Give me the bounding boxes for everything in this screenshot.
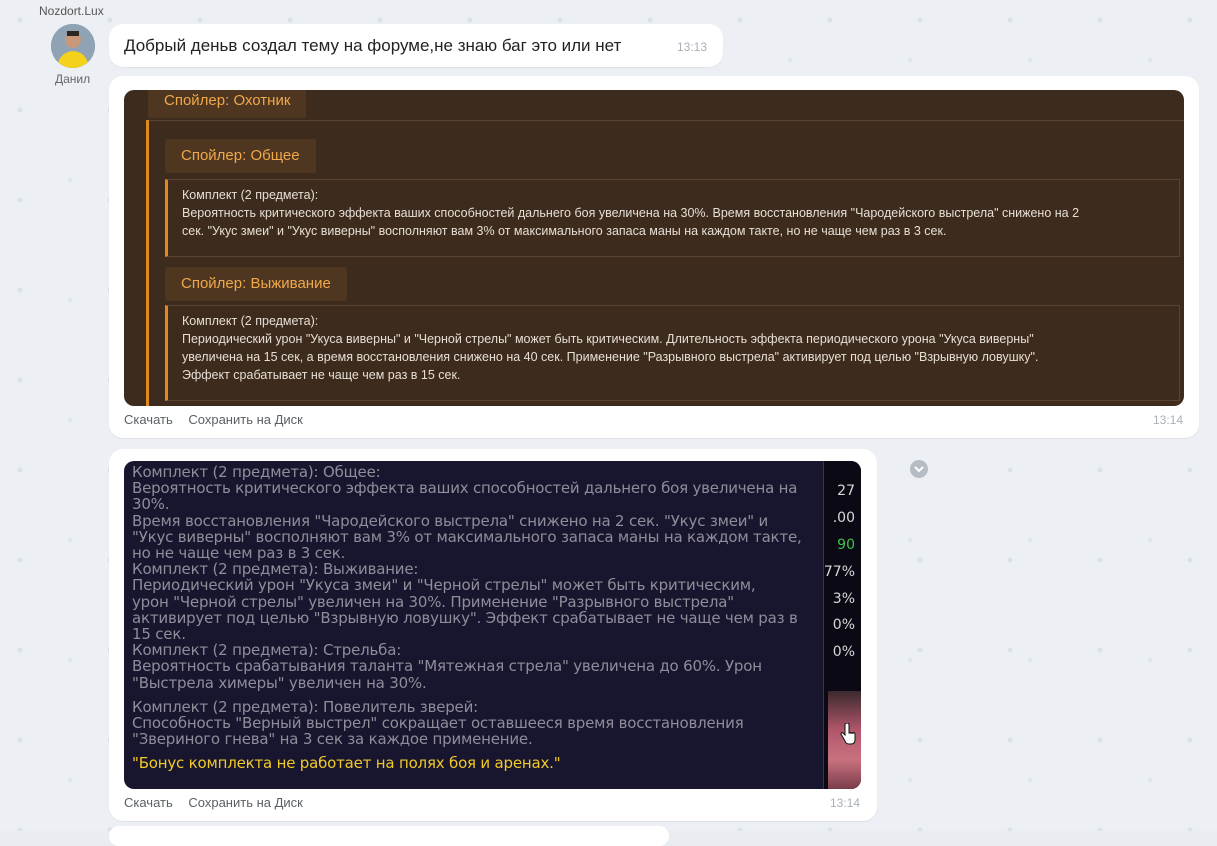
spoiler-title-hunter: Спойлер: Охотник bbox=[148, 90, 306, 118]
tooltip-line: активирует под целью "Взрывную ловушку".… bbox=[132, 610, 822, 626]
spoiler-content-survival: Комплект (2 предмета): Периодический уро… bbox=[165, 305, 1180, 401]
tooltip-line: Комплект (2 предмета): Выживание: bbox=[132, 561, 822, 577]
tooltip-line: Способность "Верный выстрел" сокращает о… bbox=[132, 715, 822, 731]
tooltip-line: Вероятность критического эффекта ваших с… bbox=[132, 480, 822, 496]
spoiler-line: Периодический урон "Укуса виверны" и "Че… bbox=[182, 330, 1165, 348]
message-text: Добрый деньв создал тему на форуме,не зн… bbox=[124, 36, 621, 56]
tooltip-line: Комплект (2 предмета): Общее: bbox=[132, 464, 822, 480]
stat-value: 0% bbox=[833, 617, 855, 633]
save-to-disk-link[interactable]: Сохранить на Диск bbox=[188, 412, 303, 427]
tooltip-line: Комплект (2 предмета): Стрельба: bbox=[132, 642, 822, 658]
message-time: 13:14 bbox=[1153, 413, 1183, 427]
avatar-name[interactable]: Данил bbox=[55, 72, 90, 86]
chevron-down-icon bbox=[910, 460, 928, 478]
tooltip-bonus-note: "Бонус комплекта не работает на полях бо… bbox=[132, 755, 822, 771]
message-menu-button[interactable] bbox=[910, 460, 928, 478]
spoiler-title-survival: Спойлер: Выживание bbox=[165, 267, 347, 301]
hand-cursor-icon bbox=[840, 723, 856, 745]
spoiler-line: увеличена на 15 сек, а время восстановле… bbox=[182, 348, 1165, 366]
spoiler-line: сек. "Укус змеи" и "Укус виверны" воспол… bbox=[182, 222, 1165, 240]
tooltip-line: "Выстрела химеры" увеличен на 30%. bbox=[132, 675, 822, 691]
spoiler-outer-line bbox=[146, 120, 149, 406]
stat-value: 0% bbox=[833, 644, 855, 660]
download-link[interactable]: Скачать bbox=[124, 795, 173, 810]
save-to-disk-link[interactable]: Сохранить на Диск bbox=[188, 795, 303, 810]
sender-name[interactable]: Nozdort.Lux bbox=[39, 4, 104, 18]
attached-image[interactable]: Спойлер: Охотник Спойлер: Общее Комплект… bbox=[124, 90, 1184, 406]
tooltip-line: но не чаще чем раз в 3 сек. bbox=[132, 545, 822, 561]
attachment-actions: Скачать Сохранить на Диск bbox=[124, 412, 315, 427]
tooltip-line: Время восстановления "Чародейского выстр… bbox=[132, 513, 822, 529]
message-time: 13:14 bbox=[830, 796, 860, 810]
message-bubble-image[interactable]: Комплект (2 предмета): Общее: Вероятност… bbox=[109, 449, 877, 821]
message-bubble-partial[interactable] bbox=[109, 826, 669, 846]
spoiler-content-general: Комплект (2 предмета): Вероятность крити… bbox=[165, 179, 1180, 257]
message-time: 13:13 bbox=[677, 40, 707, 54]
tooltip-line: урон "Черной стрелы" увеличен на 30%. Пр… bbox=[132, 594, 822, 610]
stat-value: 90 bbox=[837, 537, 855, 553]
spoiler-line: Комплект (2 предмета): bbox=[182, 186, 1165, 204]
spoiler-line: Эффект срабатывает не чаще чем раз в 15 … bbox=[182, 366, 1165, 384]
stat-value: 27 bbox=[837, 483, 855, 499]
game-side-panel: 27 .00 90 77% 3% 0% 0% bbox=[823, 461, 861, 789]
tooltip-line: 15 сек. bbox=[132, 626, 822, 642]
attached-image[interactable]: Комплект (2 предмета): Общее: Вероятност… bbox=[124, 461, 861, 789]
message-bubble[interactable]: Добрый деньв создал тему на форуме,не зн… bbox=[109, 24, 723, 67]
tooltip-line: Вероятность срабатывания таланта "Мятежн… bbox=[132, 658, 822, 674]
stat-value: 3% bbox=[833, 591, 855, 607]
tooltip-line: 30%. bbox=[132, 496, 822, 512]
tooltip-line: Периодический урон "Укуса змеи" и "Черно… bbox=[132, 577, 822, 593]
spoiler-line: Комплект (2 предмета): bbox=[182, 312, 1165, 330]
spoiler-outer-border bbox=[149, 120, 1184, 121]
stat-value: 77% bbox=[824, 564, 855, 580]
spoiler-line: Вероятность критического эффекта ваших с… bbox=[182, 204, 1165, 222]
spoiler-title-general: Спойлер: Общее bbox=[165, 139, 316, 173]
stat-value: .00 bbox=[833, 510, 855, 526]
tooltip-line: "Звериного гнева" на 3 сек за каждое при… bbox=[132, 731, 822, 747]
tooltip-line: Комплект (2 предмета): Повелитель зверей… bbox=[132, 699, 822, 715]
game-tooltip-text: Комплект (2 предмета): Общее: Вероятност… bbox=[132, 464, 822, 772]
message-bubble-image[interactable]: Спойлер: Охотник Спойлер: Общее Комплект… bbox=[109, 76, 1199, 438]
avatar[interactable] bbox=[51, 24, 95, 68]
tooltip-line: "Укус виверны" восполняют вам 3% от макс… bbox=[132, 529, 822, 545]
attachment-actions: Скачать Сохранить на Диск bbox=[124, 795, 315, 810]
download-link[interactable]: Скачать bbox=[124, 412, 173, 427]
